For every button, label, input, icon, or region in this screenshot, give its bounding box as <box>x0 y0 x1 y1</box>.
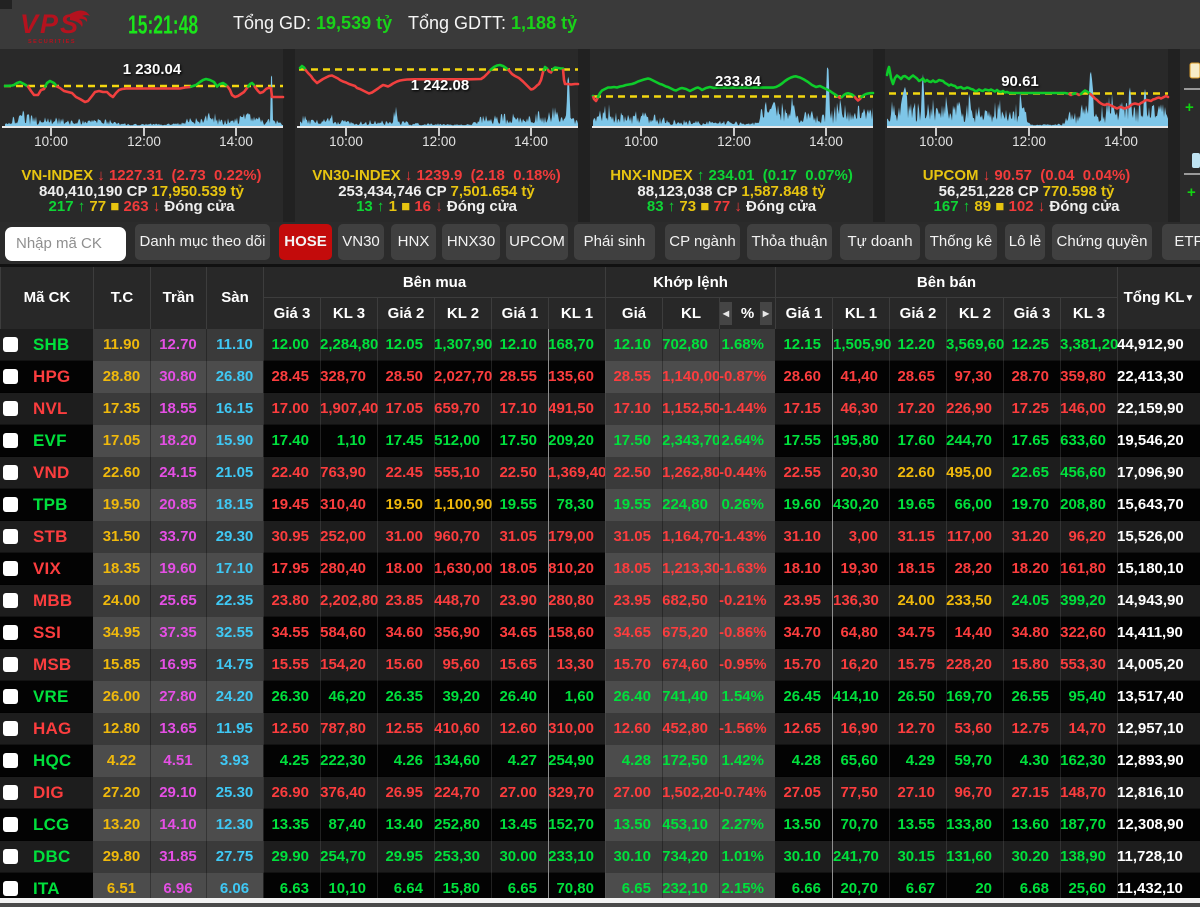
svg-text:1 230.04: 1 230.04 <box>123 61 182 78</box>
svg-text:14:00: 14:00 <box>809 134 843 149</box>
svg-text:10:00: 10:00 <box>919 134 953 149</box>
svg-text:12:00: 12:00 <box>422 134 456 149</box>
svg-text:12:00: 12:00 <box>1012 134 1046 149</box>
svg-text:12:00: 12:00 <box>717 134 751 149</box>
svg-text:+: + <box>1185 99 1194 116</box>
svg-text:SECURITIES: SECURITIES <box>28 39 76 45</box>
svg-text:10:00: 10:00 <box>624 134 658 149</box>
svg-text:10:00: 10:00 <box>34 134 68 149</box>
svg-text:90.61: 90.61 <box>1001 73 1039 90</box>
svg-text:10:00: 10:00 <box>329 134 363 149</box>
svg-text:+: + <box>1187 184 1196 201</box>
svg-text:14:00: 14:00 <box>514 134 548 149</box>
svg-text:1 242.08: 1 242.08 <box>411 77 469 94</box>
svg-text:14:00: 14:00 <box>219 134 253 149</box>
svg-text:12:00: 12:00 <box>127 134 161 149</box>
svg-text:233.84: 233.84 <box>715 73 762 90</box>
svg-text:14:00: 14:00 <box>1104 134 1138 149</box>
